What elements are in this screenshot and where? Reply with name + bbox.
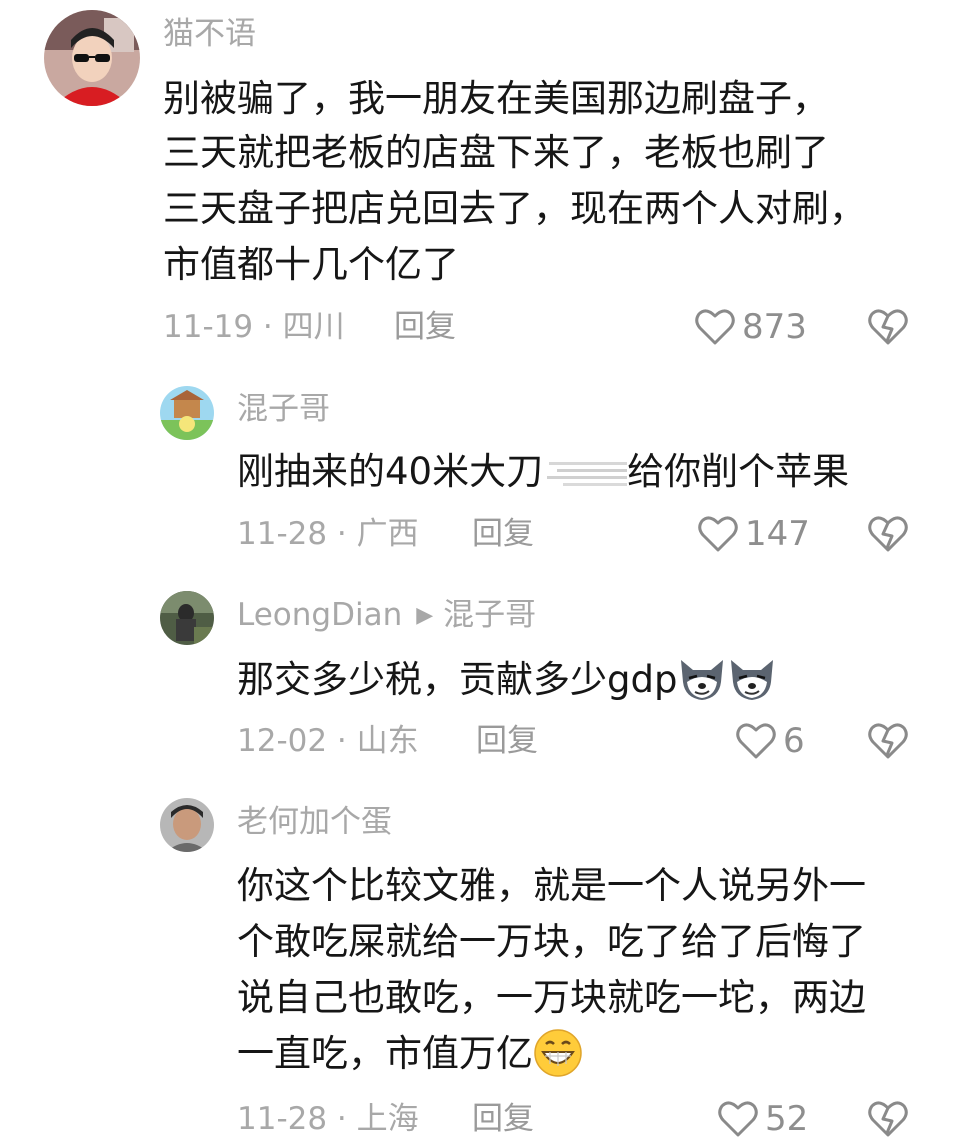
wolf-smirk-emoji xyxy=(731,659,774,700)
broken-heart-icon[interactable] xyxy=(867,721,909,761)
comment-text-line: 说自己也敢吃，一万块就吃一坨，两边 xyxy=(237,976,866,1019)
broken-heart-icon[interactable] xyxy=(867,1099,909,1139)
like-count: 147 xyxy=(745,514,810,554)
broken-heart-icon[interactable] xyxy=(867,514,909,554)
comment-text-line: 市值都十几个亿了 xyxy=(163,243,459,286)
comment-text: 那交多少税，贡献多少gdp xyxy=(237,651,777,708)
comment-text-line: 一直吃，市值万亿 xyxy=(237,1025,583,1082)
motion-streak-decoration xyxy=(547,461,628,486)
comment-username[interactable]: 混子哥 xyxy=(237,394,330,425)
comment-date-location: 12-02 · 山东 xyxy=(237,723,419,759)
comment-1: 猫不语 别被骗了，我一朋友在美国那边刷盘子， 三天就把老板的店盘下来了，老板也刷… xyxy=(0,0,960,370)
comment-date-location: 11-19 · 四川 xyxy=(163,309,345,345)
comment-date-location: 11-28 · 广西 xyxy=(237,516,419,552)
heart-outline-icon xyxy=(736,723,776,759)
comment-text: 刚抽来的40米大刀 给你削个苹果 xyxy=(237,450,850,493)
reply-button[interactable]: 回复 xyxy=(476,726,538,757)
comment-2: 混子哥 刚抽来的40米大刀 给你削个苹果 11-28 · 广西 回复 147 xyxy=(0,370,960,580)
comment-3: LeongDian ▶ 混子哥 那交多少税，贡献多少gdp 12-02 · 山东 回… xyxy=(0,580,960,790)
reply-button[interactable]: 回复 xyxy=(394,312,456,343)
like-count: 6 xyxy=(783,721,805,761)
like-count: 52 xyxy=(765,1099,809,1139)
comment-text-line: 个敢吃屎就给一万块，吃了给了后悔了 xyxy=(237,920,866,963)
comment-username[interactable]: 猫不语 xyxy=(163,19,256,50)
comment-text-line: 三天盘子把店兑回去了，现在两个人对刷， xyxy=(163,187,866,230)
grinning-face-emoji xyxy=(534,1028,582,1077)
heart-outline-icon xyxy=(695,309,735,345)
comment-username: LeongDian ▶ 混子哥 xyxy=(237,597,537,633)
broken-heart-icon[interactable] xyxy=(867,307,909,347)
like-button[interactable]: 6 xyxy=(735,721,805,761)
comment-text-line: 你这个比较文雅，就是一个人说另外一 xyxy=(237,864,866,907)
like-button[interactable]: 147 xyxy=(697,514,810,554)
avatar[interactable] xyxy=(160,798,214,852)
avatar[interactable] xyxy=(160,386,214,440)
comment-text-line: 三天就把老板的店盘下来了，老板也刷了 xyxy=(163,131,829,174)
comment-text-line: 别被骗了，我一朋友在美国那边刷盘子， xyxy=(163,77,829,120)
comment-4: 老何加个蛋 你这个比较文雅，就是一个人说另外一 个敢吃屎就给一万块，吃了给了后悔… xyxy=(0,790,960,1137)
like-count: 873 xyxy=(742,307,807,347)
triangle-right-icon: ▶ xyxy=(416,603,434,628)
avatar[interactable] xyxy=(160,591,214,645)
wolf-smirk-emoji xyxy=(681,659,724,700)
comment-date-location: 11-28 · 上海 xyxy=(237,1101,419,1137)
comment-username[interactable]: 老何加个蛋 xyxy=(237,807,392,838)
heart-outline-icon xyxy=(698,516,738,552)
like-button[interactable]: 873 xyxy=(694,307,807,347)
avatar[interactable] xyxy=(44,10,140,106)
reply-button[interactable]: 回复 xyxy=(472,519,534,550)
like-button[interactable]: 52 xyxy=(717,1099,808,1139)
heart-outline-icon xyxy=(718,1101,758,1137)
reply-to-username[interactable]: 混子哥 xyxy=(443,597,536,633)
reply-button[interactable]: 回复 xyxy=(472,1104,534,1135)
